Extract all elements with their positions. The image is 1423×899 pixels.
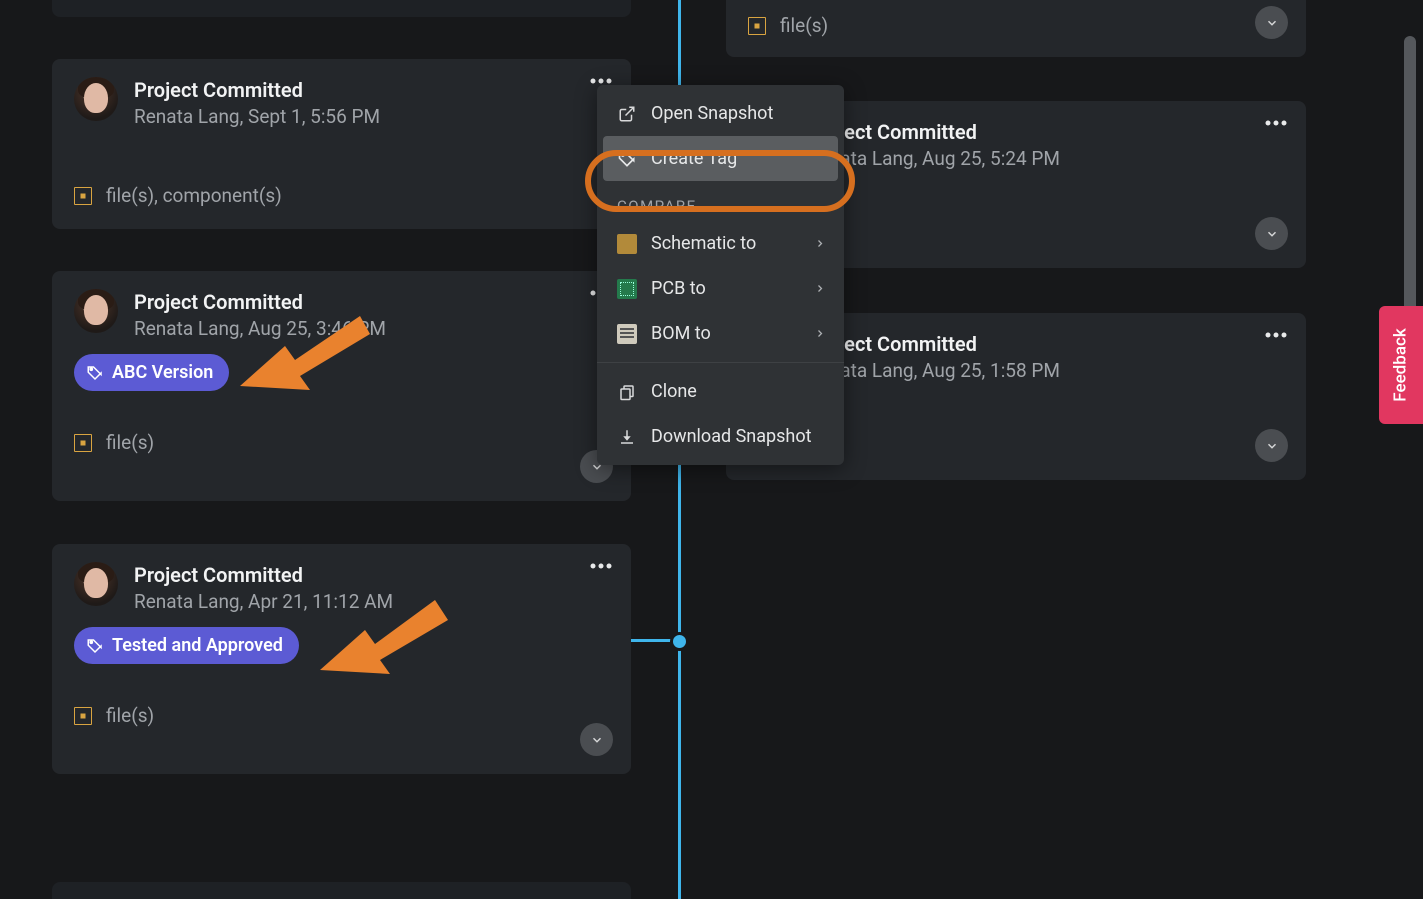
avatar [74, 562, 118, 606]
commit-card: Project Committed Renata Lang, Aug 25, 3… [52, 271, 631, 501]
menu-label: Clone [651, 381, 697, 402]
tag-icon [617, 149, 637, 169]
menu-divider [597, 362, 844, 363]
files-label: file(s) [106, 431, 154, 454]
tag-icon [86, 364, 104, 382]
commit-card: Project Committed Renata Lang, Sept 1, 5… [52, 59, 631, 229]
expand-button[interactable] [1255, 429, 1288, 462]
card-subtitle: Renata Lang, Sept 1, 5:56 PM [134, 105, 380, 128]
avatar [74, 289, 118, 333]
chevron-right-icon [814, 323, 826, 344]
files-label: file(s) [106, 704, 154, 727]
expand-button[interactable] [1255, 217, 1288, 250]
more-button[interactable] [1264, 331, 1288, 339]
menu-compare-pcb[interactable]: PCB to [597, 266, 844, 311]
more-button[interactable] [589, 562, 613, 570]
card-title: Project Committed [134, 77, 380, 103]
tag-label: Tested and Approved [112, 635, 283, 656]
card-title: Project Committed [134, 289, 386, 315]
card-title: Project Committed [134, 562, 393, 588]
menu-create-tag[interactable]: Create Tag [603, 136, 838, 181]
feedback-tab[interactable]: Feedback [1379, 306, 1423, 424]
menu-open-snapshot[interactable]: Open Snapshot [597, 91, 844, 136]
file-icon [74, 187, 92, 205]
menu-label: Create Tag [651, 148, 737, 169]
menu-label: PCB to [651, 278, 706, 299]
chevron-right-icon [814, 278, 826, 299]
tag-icon [86, 637, 104, 655]
bom-icon [617, 324, 637, 344]
avatar [74, 77, 118, 121]
menu-download-snapshot[interactable]: Download Snapshot [597, 414, 844, 459]
copy-icon [617, 382, 637, 402]
menu-compare-bom[interactable]: BOM to [597, 311, 844, 356]
commit-card: Project Committed Renata Lang, Apr 21, 1… [52, 544, 631, 774]
context-menu: Open Snapshot Create Tag COMPARE Schemat… [597, 85, 844, 465]
file-icon [748, 17, 766, 35]
pcb-icon [617, 279, 637, 299]
expand-button[interactable] [1255, 6, 1288, 39]
menu-label: Download Snapshot [651, 426, 811, 447]
menu-label: Open Snapshot [651, 103, 773, 124]
card-stub-top-left [52, 0, 631, 17]
card-title: Project Committed [808, 119, 1060, 145]
card-subtitle: Renata Lang, Aug 25, 3:46 PM [134, 317, 386, 340]
menu-label: BOM to [651, 323, 711, 344]
card-subtitle: Renata Lang, Apr 21, 11:12 AM [134, 590, 393, 613]
more-button[interactable] [1264, 119, 1288, 127]
card-stub-bottom-left [52, 882, 631, 899]
card-subtitle: Renata Lang, Aug 25, 5:24 PM [808, 147, 1060, 170]
menu-compare-schematic[interactable]: Schematic to [597, 221, 844, 266]
scrollbar-thumb[interactable] [1404, 36, 1416, 346]
file-icon [74, 434, 92, 452]
version-tag[interactable]: Tested and Approved [74, 627, 299, 664]
expand-button[interactable] [580, 723, 613, 756]
external-link-icon [617, 104, 637, 124]
card-subtitle: Renata Lang, Aug 25, 1:58 PM [808, 359, 1060, 382]
menu-clone[interactable]: Clone [597, 369, 844, 414]
schematic-icon [617, 234, 637, 254]
download-icon [617, 427, 637, 447]
commit-card-top-right: file(s) [726, 0, 1306, 57]
feedback-label: Feedback [1391, 328, 1411, 401]
chevron-right-icon [814, 233, 826, 254]
files-label: file(s) [780, 14, 828, 37]
files-label: file(s), component(s) [106, 184, 282, 207]
more-button[interactable] [589, 77, 613, 85]
timeline-node [670, 632, 689, 651]
menu-section-compare: COMPARE [597, 181, 844, 221]
menu-label: Schematic to [651, 233, 756, 254]
version-tag[interactable]: ABC Version [74, 354, 229, 391]
card-title: Project Committed [808, 331, 1060, 357]
file-icon [74, 707, 92, 725]
tag-label: ABC Version [112, 362, 213, 383]
